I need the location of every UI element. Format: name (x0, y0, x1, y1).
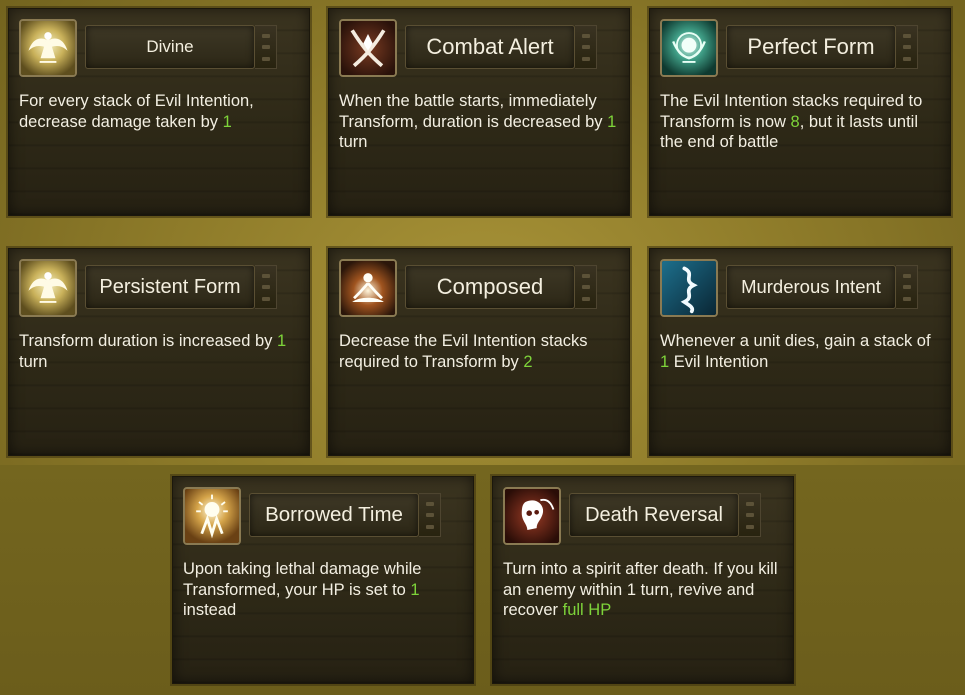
talent-card-borrowed-time[interactable]: Borrowed Time Upon taking lethal damage w… (172, 476, 474, 684)
talent-description: For every stack of Evil Intention, decre… (19, 91, 301, 132)
radiant-orb-icon (660, 19, 718, 77)
highlighted-value: 1 (222, 112, 232, 131)
highlighted-value: 8 (790, 112, 800, 131)
title-plate-ornament (739, 493, 761, 537)
description-text: instead (183, 601, 237, 619)
description-text: Decrease the Evil Intention stacks requi… (339, 332, 588, 371)
talent-card-murderous-intent[interactable]: Murderous Intent Whenever a unit dies, ga… (649, 248, 951, 456)
title-plate-ornament (896, 25, 918, 69)
description-text: For every stack of Evil Intention, decre… (19, 92, 254, 131)
description-text: turn (339, 133, 368, 151)
talent-title: Death Reversal (569, 493, 739, 537)
talent-card-combat-alert[interactable]: Combat Alert When the battle starts, imme… (328, 8, 630, 216)
talent-description: Decrease the Evil Intention stacks requi… (339, 331, 621, 372)
talent-card-header: Composed (339, 259, 623, 317)
title-plate-ornament (896, 265, 918, 309)
title-plate-ornament (255, 265, 277, 309)
highlighted-value: full HP (562, 601, 612, 619)
sunburst-icon (183, 487, 241, 545)
title-plate-ornament (575, 265, 597, 309)
highlighted-value: 1 (660, 352, 670, 371)
talent-card-header: Murderous Intent (660, 259, 944, 317)
talent-description: When the battle starts, immediately Tran… (339, 91, 621, 153)
description-text: When the battle starts, immediately Tran… (339, 92, 608, 131)
highlighted-value: 1 (410, 580, 420, 599)
description-text: turn (19, 352, 48, 371)
talent-title: Perfect Form (726, 25, 896, 69)
title-plate-ornament (255, 25, 277, 69)
talent-card-divine[interactable]: Divine For every stack of Evil Intention,… (8, 8, 310, 216)
talent-description: The Evil Intention stacks required to Tr… (660, 91, 942, 153)
talent-title: Murderous Intent (726, 265, 896, 309)
talent-card-header: Divine (19, 19, 303, 77)
description-text: Evil Intention (669, 352, 769, 371)
highlighted-value: 2 (523, 352, 533, 371)
title-plate-ornament (575, 25, 597, 69)
talent-title: Divine (85, 25, 255, 69)
talent-card-persistent-form[interactable]: Persistent Form Transform duration is inc… (8, 248, 310, 456)
talent-description: Upon taking lethal damage while Transfor… (183, 559, 465, 621)
talent-description: Whenever a unit dies, gain a stack of 1 … (660, 331, 942, 372)
description-text: Whenever a unit dies, gain a stack of (660, 332, 931, 350)
talent-title: Borrowed Time (249, 493, 419, 537)
description-text: Turn into a spirit after death. If you k… (503, 560, 778, 619)
talent-card-header: Death Reversal (503, 487, 787, 545)
talent-card-composed[interactable]: Composed Decrease the Evil Intention stac… (328, 248, 630, 456)
meditating-figure-icon (339, 259, 397, 317)
spiral-blade-icon (660, 259, 718, 317)
talent-title: Combat Alert (405, 25, 575, 69)
talent-description: Transform duration is increased by 1 tur… (19, 331, 301, 372)
spirit-skull-icon (503, 487, 561, 545)
talent-card-perfect-form[interactable]: Perfect Form The Evil Intention stacks re… (649, 8, 951, 216)
talent-title: Composed (405, 265, 575, 309)
talent-card-header: Perfect Form (660, 19, 944, 77)
highlighted-value: 1 (277, 332, 287, 350)
talent-card-header: Persistent Form (19, 259, 303, 317)
talent-card-death-reversal[interactable]: Death Reversal Turn into a spirit after d… (492, 476, 794, 684)
description-text: Transform duration is increased by (19, 332, 277, 350)
title-plate-ornament (419, 493, 441, 537)
description-text: Upon taking lethal damage while Transfor… (183, 560, 422, 599)
talent-card-header: Combat Alert (339, 19, 623, 77)
talent-card-header: Borrowed Time (183, 487, 467, 545)
winged-figure-icon (19, 259, 77, 317)
crossed-swords-icon (339, 19, 397, 77)
talent-title: Persistent Form (85, 265, 255, 309)
background-band (0, 465, 965, 695)
highlighted-value: 1 (607, 112, 617, 131)
winged-figure-icon (19, 19, 77, 77)
talent-description: Turn into a spirit after death. If you k… (503, 559, 785, 621)
